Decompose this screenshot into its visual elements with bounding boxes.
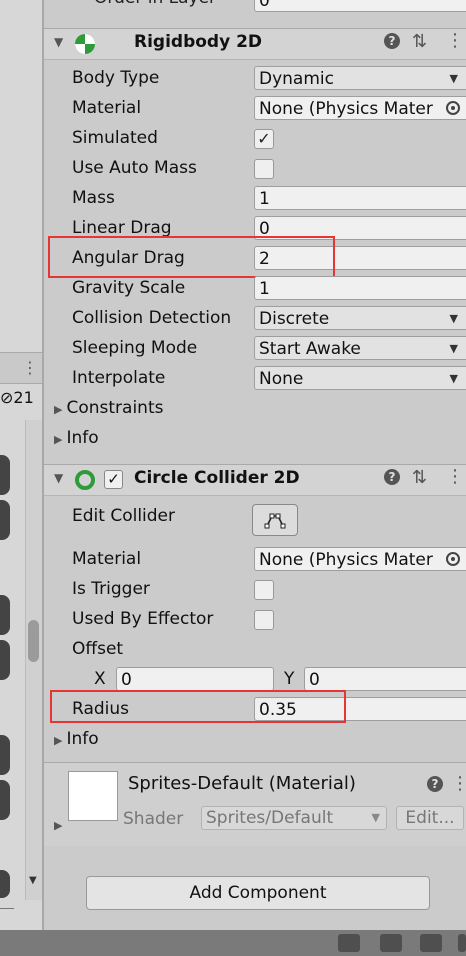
preset-icon[interactable]: ⇅ [412, 467, 427, 488]
constraints-foldout[interactable]: ▶ Constraints [54, 398, 163, 418]
chevron-down-icon: ▼ [449, 312, 458, 325]
edit-collider-button[interactable] [252, 504, 298, 536]
offset-y-label: Y [284, 669, 295, 689]
collider-material-field[interactable]: None (Physics Mater [254, 547, 466, 571]
foldout-closed-icon[interactable]: ▶ [54, 819, 62, 832]
object-picker-icon[interactable] [446, 101, 460, 115]
highlight-box [48, 236, 335, 278]
rigidbody-info-foldout[interactable]: ▶ Info [54, 428, 99, 448]
count-value: 21 [13, 388, 34, 407]
panel-menu-icon[interactable]: ⋮ [22, 360, 38, 376]
is-trigger-checkbox[interactable] [254, 580, 274, 600]
sleeping-mode-dropdown[interactable]: Start Awake ▼ [254, 336, 466, 360]
hierarchy-item-edge[interactable] [0, 640, 10, 680]
material-name: Sprites-Default (Material) [128, 773, 356, 794]
edit-collider-label: Edit Collider [72, 506, 176, 526]
component-title: Rigidbody 2D [134, 32, 263, 52]
gravity-scale-field[interactable]: 1 [254, 276, 466, 300]
offset-x-field[interactable]: 0 [116, 667, 274, 691]
help-icon[interactable]: ? [384, 33, 400, 49]
scrollbar-thumb[interactable] [28, 620, 39, 662]
hierarchy-item-edge[interactable] [0, 595, 10, 635]
material-preview-thumbnail [68, 771, 118, 821]
add-component-button[interactable]: Add Component [86, 876, 430, 910]
body-type-label: Body Type [72, 68, 160, 88]
use-auto-mass-label: Use Auto Mass [72, 158, 197, 178]
material-section: ▶ Sprites-Default (Material) ? ⋮ Shader … [44, 762, 466, 848]
offset-x-label: X [94, 669, 106, 689]
foldout-open-icon[interactable]: ▼ [54, 471, 63, 485]
mass-field[interactable]: 1 [254, 186, 466, 210]
foldout-closed-icon: ▶ [54, 433, 63, 446]
body-type-dropdown[interactable]: Dynamic ▼ [254, 66, 466, 90]
foldout-open-icon[interactable]: ▼ [54, 35, 63, 49]
scroll-down-icon[interactable]: ▼ [29, 875, 37, 886]
overflow-icon[interactable] [458, 934, 466, 952]
help-icon[interactable]: ? [384, 469, 400, 485]
interpolate-label: Interpolate [72, 368, 166, 388]
context-menu-icon[interactable]: ⋮ [446, 466, 464, 487]
used-by-effector-checkbox[interactable] [254, 610, 274, 630]
collision-detection-label: Collision Detection [72, 308, 232, 328]
circle-collider-2d-header[interactable]: ▼ ✓ Circle Collider 2D ? ⇅ ⋮ [44, 464, 466, 496]
foldout-closed-icon: ▶ [54, 734, 63, 747]
chevron-down-icon: ▼ [449, 72, 458, 85]
database-icon[interactable] [380, 934, 402, 952]
shader-edit-button[interactable]: Edit... [396, 806, 464, 830]
order-in-layer-field[interactable]: 0 [254, 0, 466, 12]
shader-label: Shader [123, 809, 184, 829]
divider [0, 908, 14, 909]
is-trigger-label: Is Trigger [72, 579, 150, 599]
shader-dropdown[interactable]: Sprites/Default ▼ [201, 806, 387, 830]
sleeping-mode-label: Sleeping Mode [72, 338, 198, 358]
used-by-effector-label: Used By Effector [72, 609, 214, 629]
hierarchy-item-edge[interactable] [0, 735, 10, 775]
foldout-closed-icon: ▶ [54, 403, 63, 416]
circle-collider-icon [75, 470, 95, 490]
chevron-down-icon: ▼ [371, 811, 380, 824]
collision-detection-dropdown[interactable]: Discrete ▼ [254, 306, 466, 330]
interpolate-dropdown[interactable]: None ▼ [254, 366, 466, 390]
use-auto-mass-checkbox[interactable] [254, 159, 274, 179]
hierarchy-item-edge[interactable] [0, 455, 10, 495]
context-menu-icon[interactable]: ⋮ [446, 30, 464, 51]
hierarchy-item-edge[interactable] [0, 500, 10, 540]
object-picker-icon[interactable] [446, 552, 460, 566]
hierarchy-header: ⋮ [0, 352, 42, 384]
gravity-scale-label: Gravity Scale [72, 278, 186, 298]
simulated-checkbox[interactable]: ✓ [254, 129, 274, 149]
chevron-down-icon: ▼ [449, 342, 458, 355]
hierarchy-item-edge[interactable] [0, 870, 10, 898]
status-bar [0, 930, 466, 956]
settings-icon[interactable] [420, 934, 442, 952]
linear-drag-label: Linear Drag [72, 218, 172, 238]
hierarchy-item-edge[interactable] [0, 780, 10, 820]
collider-info-foldout[interactable]: ▶ Info [54, 729, 99, 749]
order-in-layer-label: Order in Layer [94, 0, 216, 8]
material-object-field[interactable]: None (Physics Mater [254, 96, 466, 120]
context-menu-icon[interactable]: ⋮ [451, 773, 466, 794]
collider-material-label: Material [72, 549, 142, 569]
highlight-box [50, 690, 346, 723]
component-enabled-checkbox[interactable]: ✓ [104, 470, 123, 489]
hierarchy-panel-edge: ⋮ ⊘21 ▼ [0, 0, 42, 930]
offset-label: Offset [72, 639, 124, 659]
mass-label: Mass [72, 188, 115, 208]
help-icon[interactable]: ? [427, 776, 443, 792]
edit-shape-icon [264, 513, 286, 529]
chevron-down-icon: ▼ [449, 372, 458, 385]
preset-icon[interactable]: ⇅ [412, 31, 427, 52]
debug-icon[interactable] [338, 934, 360, 952]
layer-count: ⊘21 [0, 388, 34, 407]
rigidbody-2d-header[interactable]: ▼ Rigidbody 2D ? ⇅ ⋮ [44, 28, 466, 60]
material-label: Material [72, 98, 142, 118]
component-title: Circle Collider 2D [134, 468, 300, 488]
simulated-label: Simulated [72, 128, 158, 148]
rigidbody-icon [75, 34, 95, 54]
offset-y-field[interactable]: 0 [304, 667, 466, 691]
hierarchy-scrollbar[interactable]: ▼ [25, 420, 42, 900]
